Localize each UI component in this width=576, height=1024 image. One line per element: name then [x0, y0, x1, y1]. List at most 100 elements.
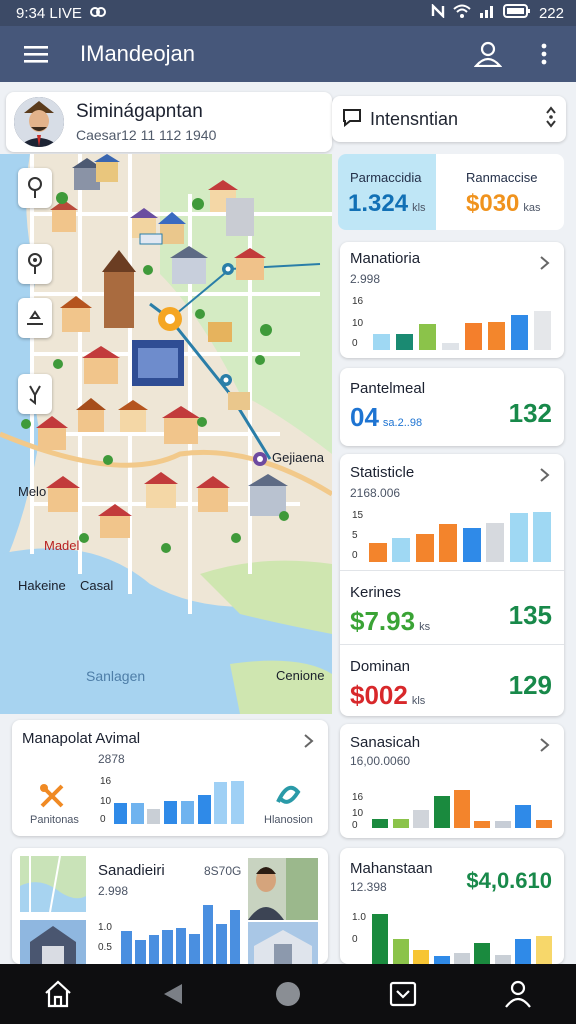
chart-bar	[533, 310, 552, 350]
card-title: Sanasicah	[350, 734, 421, 751]
status-clock: 222	[538, 4, 564, 22]
location-pin-icon[interactable]	[158, 307, 182, 331]
card-tag: 8S70G	[204, 864, 242, 878]
inbox-icon[interactable]	[379, 970, 427, 1018]
map-building	[226, 198, 254, 236]
chart-bar	[433, 955, 450, 964]
pantelmeal-card[interactable]: Pantelmeal 04 sa.2..98 132	[340, 368, 564, 446]
card-title: Statisticle	[350, 464, 415, 481]
menu-icon[interactable]	[18, 36, 54, 72]
card-subtitle: 2168.006	[350, 486, 401, 500]
metric-left-label: Parmaccidia	[350, 170, 422, 185]
axis-tick: 0	[352, 820, 358, 831]
chart-bar	[164, 801, 178, 824]
chart-bar	[175, 928, 187, 964]
analytics-icon[interactable]	[274, 782, 302, 815]
chart-bar	[113, 803, 127, 824]
app-bar: IMandeojan	[0, 26, 576, 82]
chart-bar	[189, 934, 200, 964]
chart-bar	[515, 938, 532, 964]
person-photo[interactable]	[248, 858, 318, 925]
map-thumbnail[interactable]	[20, 855, 86, 917]
home-button-icon[interactable]	[264, 970, 312, 1018]
chart-bar	[372, 913, 389, 964]
marker-tool-icon[interactable]	[18, 244, 52, 284]
chart-bar	[162, 930, 173, 964]
status-time: 9:34 LIVE	[16, 4, 82, 22]
chevron-right-icon[interactable]	[536, 254, 554, 272]
chart-bar	[441, 343, 460, 350]
more-vert-icon[interactable]	[526, 36, 562, 72]
avatar	[14, 97, 64, 147]
chart-bar	[372, 818, 389, 828]
system-nav-bar	[0, 964, 576, 1024]
chart-bar	[474, 942, 491, 964]
drag-handle-icon[interactable]	[546, 105, 556, 133]
dominan-right-value: 129	[508, 670, 552, 700]
axis-tick: 0	[352, 934, 358, 945]
landmark-photo[interactable]	[248, 922, 318, 964]
building-thumbnail[interactable]	[20, 920, 86, 964]
card-title: Manatioria	[350, 250, 421, 267]
poi-marker-icon[interactable]	[253, 452, 267, 466]
dominan-title: Dominan	[350, 658, 411, 675]
chevron-right-icon[interactable]	[300, 732, 318, 750]
sanasicah-card[interactable]: Sanasicah 16,00.0060 16 10 0	[340, 724, 564, 838]
account-icon[interactable]	[470, 36, 506, 72]
chart-bar	[454, 789, 470, 828]
bar-chart	[366, 508, 554, 562]
card-title: Mahanstaan	[350, 860, 433, 877]
chart-bar	[148, 935, 160, 964]
metric-right-value: $030 kas	[466, 190, 541, 217]
sanadieiri-card[interactable]: Sanadieiri 2.998 8S70G 1.0 0.5	[12, 848, 328, 964]
axis-tick: 16	[352, 296, 364, 307]
card-title: Sanadieiri	[98, 862, 165, 879]
chart-bar	[418, 324, 437, 350]
navigate-tool-icon[interactable]	[18, 374, 52, 414]
card-subtitle: 2.998	[350, 272, 381, 286]
chart-bar	[392, 818, 409, 828]
manapolat-card[interactable]: Manapolat Avimal 2878 Panitonas 16 10 0 …	[12, 720, 328, 836]
layers-tool-icon[interactable]	[18, 298, 52, 338]
status-bar: 9:34 LIVE 222	[0, 0, 576, 26]
axis-tick: 1.0	[352, 912, 366, 923]
chat-icon	[342, 107, 362, 132]
chart-bar	[229, 910, 241, 964]
back-icon[interactable]	[149, 970, 197, 1018]
mahanstaan-card[interactable]: Mahanstaan 12.398 $4,0.610 1.0 0	[340, 848, 564, 964]
profile-card[interactable]: Siminágapntan Caesar12 11 112 1940	[6, 92, 332, 152]
map-tools	[18, 168, 52, 414]
home-icon[interactable]	[34, 970, 82, 1018]
signal-icon	[479, 4, 495, 22]
chart-bar	[515, 804, 532, 828]
card-title: Pantelmeal	[350, 380, 426, 397]
chart-bar	[372, 334, 391, 350]
chart-bar	[535, 936, 552, 964]
route-stop-icon[interactable]	[222, 263, 234, 275]
manatioria-card[interactable]: Manatioria 2.998 16 10 0	[340, 242, 564, 358]
profile-icon[interactable]	[494, 970, 542, 1018]
bar-chart	[120, 904, 242, 964]
info-chip[interactable]: Intensntian	[332, 96, 566, 142]
app-title: IMandeojan	[80, 41, 195, 66]
tools-icon[interactable]	[38, 782, 66, 815]
chart-bar	[392, 938, 409, 964]
chevron-right-icon[interactable]	[536, 736, 554, 754]
map-panel[interactable]: Gejiaena Melo Madel Hakeine Casal Sanlag…	[0, 154, 332, 714]
divider	[340, 644, 564, 645]
chart-bar	[439, 524, 458, 562]
chevron-right-icon[interactable]	[536, 466, 554, 484]
route-stop-icon[interactable]	[220, 374, 232, 386]
chart-bar	[121, 931, 133, 964]
metric-right-card[interactable]: Ranmaccise $030 kas	[436, 154, 564, 230]
metric-left-card[interactable]: Parmaccidia 1.324 kls	[338, 154, 436, 230]
pin-tool-icon[interactable]	[18, 168, 52, 208]
map-label: Sanlagen	[86, 668, 146, 684]
bar-chart	[370, 294, 554, 350]
card-title: Manapolat Avimal	[22, 730, 141, 747]
map-label: Casal	[80, 578, 114, 593]
map-building	[228, 392, 250, 410]
statistics-card[interactable]: Statisticle 2168.006 15 5 0 Kerines $7.9…	[340, 454, 564, 716]
map-label: Madel	[44, 538, 80, 553]
axis-tick: 10	[352, 318, 364, 329]
